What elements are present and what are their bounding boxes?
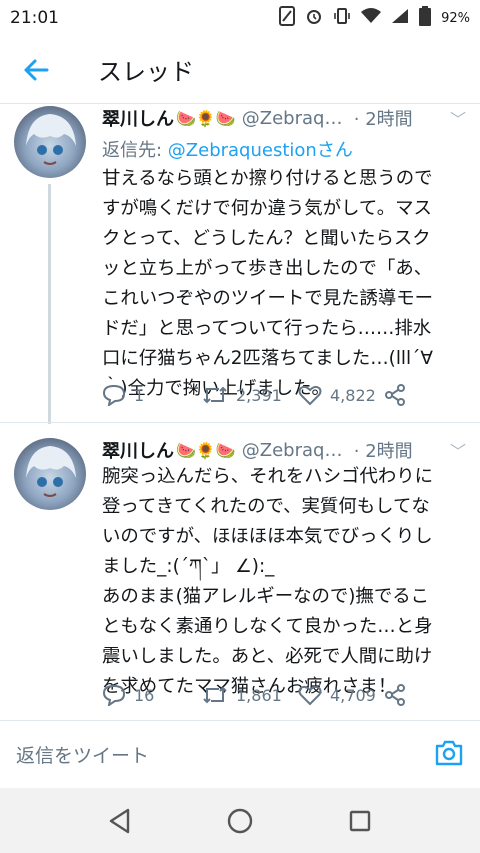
status-time: 21:01 [10,8,59,28]
signal-icon [391,8,409,28]
thread-line [48,184,51,424]
reply-icon [102,384,126,406]
app-bar: スレッド [0,36,480,104]
display-name[interactable]: 翠川しん [102,437,174,463]
nav-recents-button[interactable] [330,796,390,846]
tweet-actions: 16 1,861 4,709 [102,684,414,706]
back-arrow-icon [24,59,49,80]
tweet-header: 翠川しん 🍉🌻🍉 @Zebraqu... · 2時間 ﹀ [102,104,466,132]
tweet-time: · 2時間 [353,441,413,462]
like-button[interactable]: 4,709 [298,684,384,706]
share-icon [385,384,405,406]
back-button[interactable] [0,36,72,104]
retweet-icon [203,686,227,704]
tweet-divider [0,422,480,423]
tweet-text: 腕突っ込んだら、それをハシゴ代わりに 登ってきてくれたので、実質何もしてな いの… [102,466,434,697]
heart-icon [298,685,322,706]
chevron-down-icon[interactable]: ﹀ [450,438,466,462]
share-button[interactable] [384,684,414,706]
like-button[interactable]: 4,822 [298,384,384,406]
reply-button[interactable]: 1 [102,384,202,406]
reply-mention[interactable]: @Zebraquestionさん [168,140,353,161]
camera-icon[interactable] [434,739,464,771]
reply-count: 16 [134,685,155,705]
reply-to-prefix: 返信先: [102,140,168,161]
tweet-2[interactable]: 翠川しん 🍉🌻🍉 @Zebraqu... · 2時間 ﹀ 腕突っ込んだら、それを… [0,436,480,716]
tweet-header: 翠川しん 🍉🌻🍉 @Zebraqu... · 2時間 ﹀ [102,436,466,464]
tweet-text: 甘えるなら頭とか擦り付けると思うので すが鳴くだけで何か違う気がして。マス クと… [102,168,434,399]
retweet-button[interactable]: 2,391 [202,384,298,406]
reply-composer[interactable]: 返信をツイート [0,720,480,788]
square-recents-icon [349,810,371,831]
battery-level: 92% [441,10,470,26]
name-emojis: 🍉🌻🍉 [176,108,236,128]
heart-icon [298,385,322,406]
alarm-icon [305,7,323,29]
retweet-icon [203,386,227,404]
retweet-count: 1,861 [236,685,282,705]
wifi-icon [361,8,382,28]
tweet-1[interactable]: 翠川しん 🍉🌻🍉 @Zebraqu... · 2時間 ﹀ 返信先: @Zebra… [0,104,480,424]
nav-home-button[interactable] [210,796,270,846]
tweet-actions: 1 2,391 4,822 [102,384,414,406]
retweet-count: 2,391 [236,385,282,405]
share-icon [385,684,405,706]
user-handle[interactable]: @Zebraqu... [242,108,350,129]
avatar[interactable] [14,438,86,510]
page-title: スレッド [98,58,194,86]
reply-input[interactable]: 返信をツイート [16,741,434,768]
reply-count: 1 [134,385,145,405]
avatar[interactable] [14,106,86,178]
chevron-down-icon[interactable]: ﹀ [450,106,466,130]
like-count: 4,709 [330,685,376,705]
vibrate-icon [333,7,351,29]
retweet-button[interactable]: 1,861 [202,684,298,706]
user-handle[interactable]: @Zebraqu... [242,440,350,461]
reply-button[interactable]: 16 [102,684,202,706]
status-bar: 21:01 92% [0,0,480,36]
share-button[interactable] [384,384,414,406]
nav-back-button[interactable] [90,796,150,846]
tweet-time: · 2時間 [353,109,413,130]
reply-icon [102,684,126,706]
name-emojis: 🍉🌻🍉 [176,440,236,460]
triangle-back-icon [109,808,130,833]
display-name[interactable]: 翠川しん [102,105,174,131]
battery-icon [419,6,432,30]
reply-to: 返信先: @Zebraquestionさん [102,136,353,162]
system-nav-bar [0,788,480,853]
screenshot-icon [279,6,296,30]
like-count: 4,822 [330,385,376,405]
circle-home-icon [227,808,253,833]
